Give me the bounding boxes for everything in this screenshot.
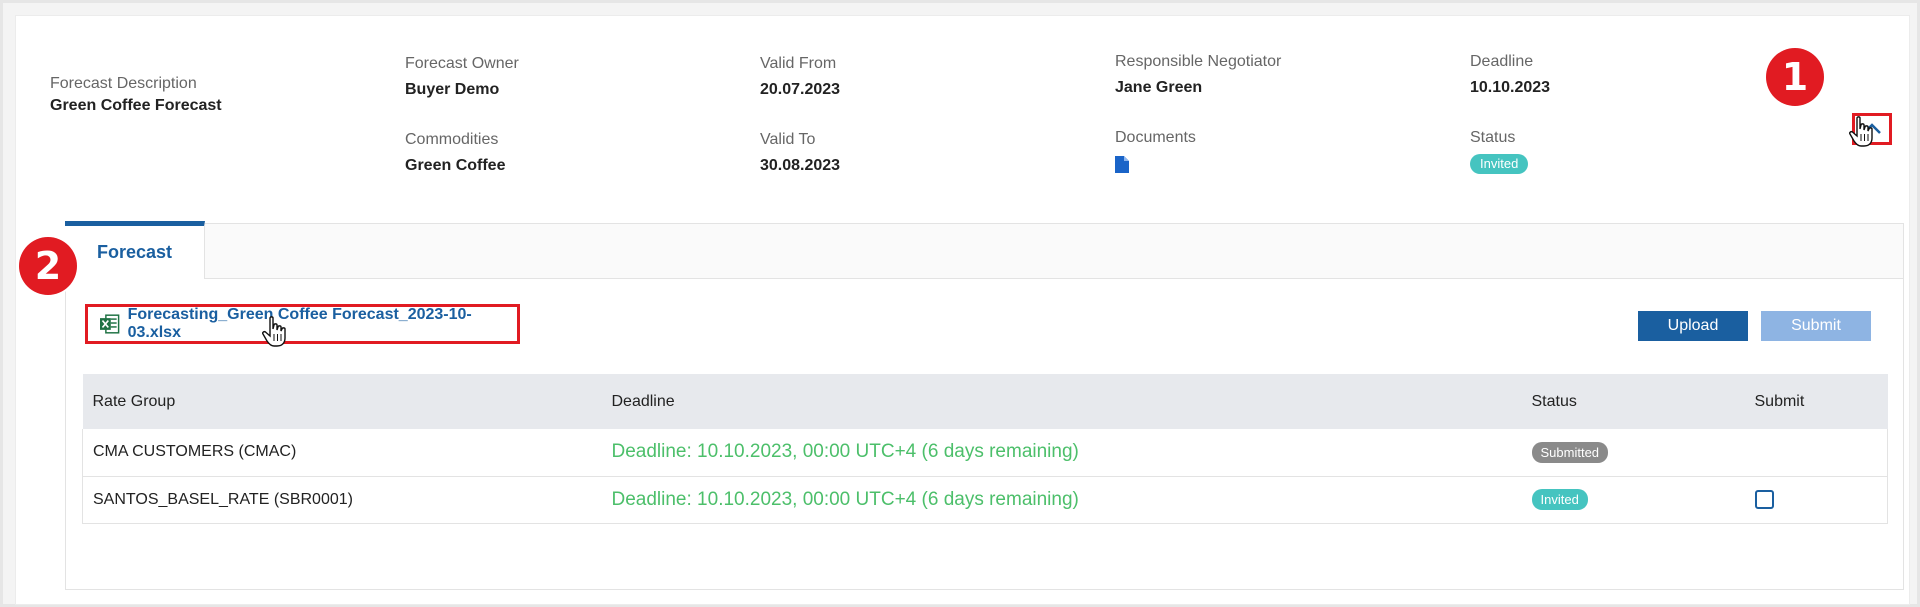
rate-group-cell: CMA CUSTOMERS (CMAC): [82, 429, 602, 477]
responsible-negotiator-field: Responsible Negotiator Jane Green: [1115, 52, 1281, 98]
status-badge: Invited: [1470, 154, 1529, 174]
documents-label: Documents: [1115, 129, 1196, 146]
forecast-description-label: Forecast Description: [50, 75, 197, 92]
table-row: CMA CUSTOMERS (CMAC) Deadline: 10.10.202…: [82, 429, 1888, 477]
status-label: Status: [1470, 129, 1516, 146]
callout-marker-2: 2: [19, 237, 77, 295]
valid-from-field: Valid From 20.07.2023: [760, 54, 840, 100]
document-icon[interactable]: [1115, 156, 1129, 173]
valid-to-field: Valid To 30.08.2023: [760, 130, 840, 176]
responsible-negotiator-label: Responsible Negotiator: [1115, 53, 1282, 70]
forecast-description-field: Forecast Description Green Coffee Foreca…: [50, 74, 222, 116]
submit-checkbox[interactable]: [1754, 490, 1774, 509]
rate-group-table: Rate Group Deadline Status Submit CMA CU…: [82, 374, 1888, 524]
callout-marker-1: 1: [1766, 48, 1824, 106]
tab-bar: Forecast: [65, 221, 1903, 279]
valid-to-value: 30.08.2023: [760, 157, 841, 174]
column-header-deadline: Deadline: [601, 374, 1522, 429]
forecast-owner-field: Forecast Owner Buyer Demo: [405, 54, 519, 100]
commodities-label: Commodities: [405, 131, 499, 148]
status-badge-invited: Invited: [1531, 489, 1588, 510]
submit-button[interactable]: Submit: [1761, 311, 1871, 341]
deadline-cell: Deadline: 10.10.2023, 00:00 UTC+4 (6 day…: [611, 488, 1079, 510]
forecast-description-value: Green Coffee Forecast: [50, 97, 222, 114]
deadline-label: Deadline: [1470, 53, 1534, 70]
excel-file-icon: [100, 314, 120, 334]
upload-button[interactable]: Upload: [1638, 311, 1748, 341]
deadline-field: Deadline 10.10.2023: [1470, 52, 1550, 98]
forecast-card: Forecast Description Green Coffee Foreca…: [15, 15, 1910, 605]
hand-cursor-icon: [1849, 116, 1873, 147]
responsible-negotiator-value: Jane Green: [1115, 79, 1203, 96]
tab-forecast[interactable]: Forecast: [65, 221, 205, 279]
status-field: Status Invited: [1470, 128, 1529, 174]
forecast-panel: Forecast Forecasting_Green Coffee Foreca…: [65, 221, 1904, 590]
valid-to-label: Valid To: [760, 131, 816, 148]
column-header-status: Status: [1521, 374, 1745, 429]
forecast-file-link[interactable]: Forecasting_Green Coffee Forecast_2023-1…: [85, 304, 520, 344]
status-badge-submitted: Submitted: [1531, 441, 1609, 463]
forecast-owner-label: Forecast Owner: [405, 55, 519, 72]
hand-cursor-icon: [262, 316, 286, 347]
table-header-row: Rate Group Deadline Status Submit: [82, 374, 1888, 429]
deadline-value: 10.10.2023: [1470, 79, 1551, 96]
column-header-submit: Submit: [1744, 374, 1888, 429]
commodities-field: Commodities Green Coffee: [405, 130, 505, 176]
file-name: Forecasting_Green Coffee Forecast_2023-1…: [127, 306, 472, 341]
table-row: SANTOS_BASEL_RATE (SBR0001) Deadline: 10…: [82, 476, 1888, 524]
submit-cell-empty: [1744, 429, 1888, 477]
documents-field: Documents: [1115, 128, 1196, 173]
valid-from-label: Valid From: [760, 55, 837, 72]
valid-from-value: 20.07.2023: [760, 81, 841, 98]
rate-group-cell: SANTOS_BASEL_RATE (SBR0001): [82, 476, 602, 524]
commodities-value: Green Coffee: [405, 157, 506, 174]
deadline-cell: Deadline: 10.10.2023, 00:00 UTC+4 (6 day…: [611, 441, 1079, 463]
column-header-rate-group: Rate Group: [82, 374, 602, 429]
forecast-owner-value: Buyer Demo: [405, 81, 500, 98]
